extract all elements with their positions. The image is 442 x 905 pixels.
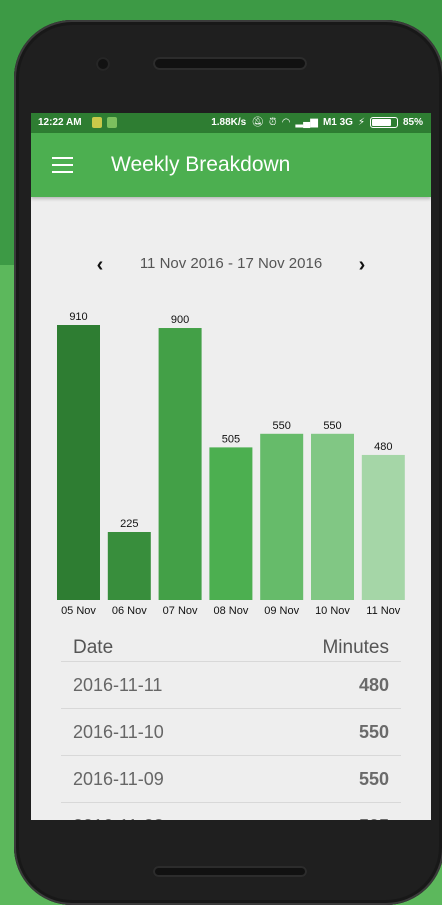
bar-value-label: 480	[374, 441, 392, 453]
chart-bar	[311, 433, 354, 600]
earpiece-speaker	[153, 57, 307, 70]
bar-value-label: 225	[120, 518, 138, 530]
table-row[interactable]: 2016-11-08 505	[61, 803, 401, 820]
menu-line	[52, 171, 73, 173]
chart-bar	[107, 532, 151, 600]
row-date: 2016-11-11	[73, 675, 163, 695]
weekly-bar-chart: 910 05 Nov 225 06 Nov 900 07 Nov 505 08 Nov 550 0…	[57, 311, 405, 617]
bar-category-label: 06 Nov	[112, 605, 147, 617]
minutes-column-header: Minutes	[322, 637, 389, 658]
bar-category-label: 11 Nov	[366, 605, 401, 617]
hamburger-menu-icon[interactable]	[43, 149, 81, 181]
chevron-right-icon[interactable]: ›	[350, 251, 374, 279]
bar-value-label: 900	[171, 314, 189, 326]
chart-bar	[57, 325, 100, 600]
chart-bar	[209, 447, 253, 600]
row-minutes: 505	[359, 816, 389, 820]
app-screen: 12:22 AM 1.88K/s 🔕︎ ⏰︎ ◠ ▂▄▆ M1 3G ⚡︎ 85…	[31, 113, 431, 820]
menu-line	[52, 164, 73, 166]
wifi-icon: ◠	[281, 117, 291, 128]
network-speed: 1.88K/s	[211, 117, 247, 128]
bar-category-label: 08 Nov	[213, 605, 248, 617]
alarm-icon: ⏰︎	[268, 117, 277, 128]
row-minutes: 480	[358, 675, 389, 695]
notification-lock-icon	[92, 117, 102, 128]
bar-category-label: 09 Nov	[264, 605, 299, 617]
page-title: Weekly Breakdown	[111, 153, 291, 176]
row-date: 2016-11-09	[73, 769, 164, 789]
notification-app-icon	[107, 117, 117, 128]
bottom-speaker	[153, 866, 307, 877]
mute-icon: 🔕︎	[251, 117, 264, 128]
minutes-table: Date Minutes 2016-11-11 480 2016-11-10 5…	[61, 633, 401, 820]
charging-icon: ⚡︎	[357, 117, 365, 128]
table-row[interactable]: 2016-11-11 480	[61, 662, 401, 709]
row-date: 2016-11-08	[73, 816, 164, 820]
carrier-label: M1 3G	[322, 117, 353, 128]
bar-category-label: 10 Nov	[315, 605, 350, 617]
row-minutes: 550	[358, 769, 389, 789]
status-right-group: 1.88K/s 🔕︎ ⏰︎ ◠ ▂▄▆ M1 3G ⚡︎ 85%	[211, 117, 423, 128]
battery-percent: 85%	[402, 117, 423, 128]
table-header: Date Minutes	[61, 633, 401, 662]
bar-value-label: 505	[222, 433, 240, 445]
bar-value-label: 910	[69, 311, 87, 323]
date-column-header: Date	[73, 637, 114, 658]
menu-line	[52, 157, 73, 159]
status-time: 12:22 AM	[38, 117, 82, 128]
table-row[interactable]: 2016-11-10 550	[61, 709, 401, 756]
battery-fill	[371, 119, 391, 126]
row-minutes: 550	[358, 722, 389, 742]
bar-value-label: 550	[323, 420, 341, 432]
status-bar: 12:22 AM 1.88K/s 🔕︎ ⏰︎ ◠ ▂▄▆ M1 3G ⚡︎ 85…	[31, 113, 431, 133]
row-date: 2016-11-10	[73, 722, 164, 742]
chart-bar	[260, 433, 304, 600]
chart-bar	[361, 454, 405, 600]
table-row[interactable]: 2016-11-09 550	[61, 756, 401, 803]
bar-category-label: 07 Nov	[163, 605, 198, 617]
bar-value-label: 550	[273, 420, 291, 432]
battery-icon	[369, 117, 398, 128]
app-bar: Weekly Breakdown	[31, 133, 431, 197]
bar-category-label: 05 Nov	[61, 605, 96, 617]
front-camera	[96, 57, 110, 71]
signal-icon: ▂▄▆	[295, 117, 318, 128]
week-navigator: ‹ 11 Nov 2016 - 17 Nov 2016 ›	[31, 241, 431, 287]
chart-bar	[158, 328, 202, 600]
